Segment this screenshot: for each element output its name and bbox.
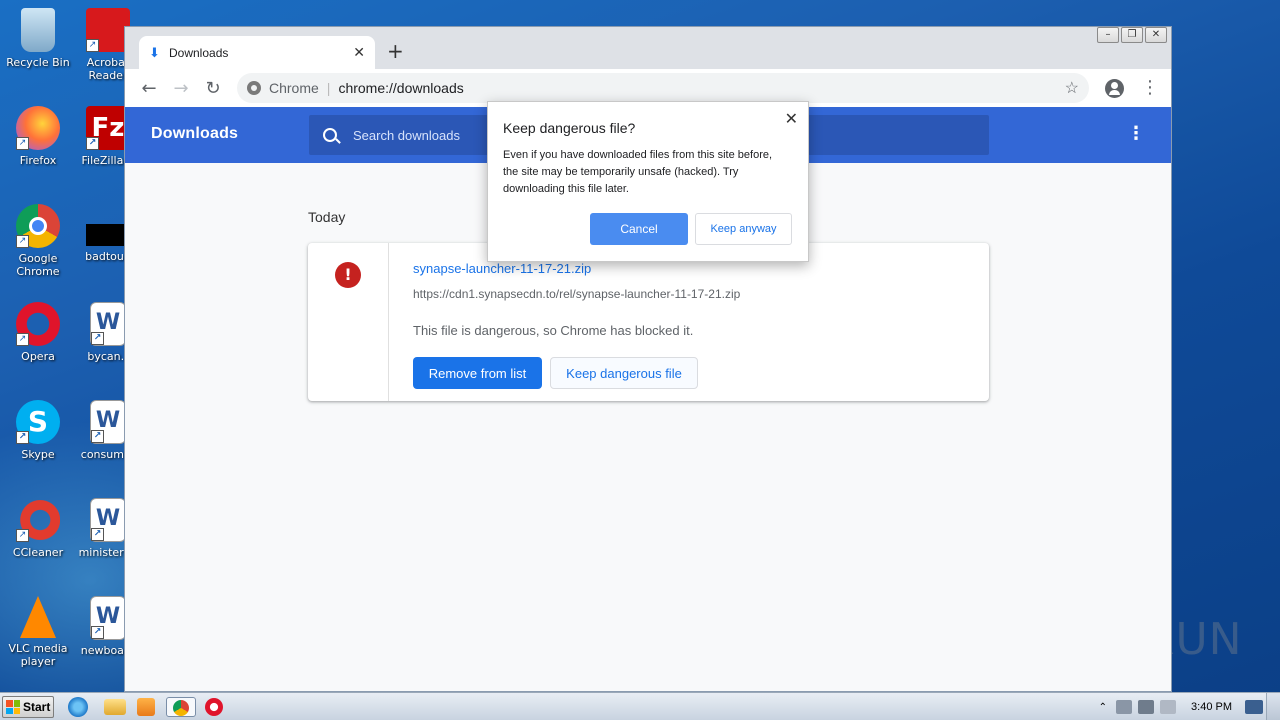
system-tray: ⌃ 3:40 PM: [1099, 693, 1280, 720]
desktop-icon-opera[interactable]: ↗ Opera: [0, 298, 76, 363]
explorer-taskbar-icon[interactable]: [104, 699, 126, 715]
shortcut-arrow-icon: ↗: [91, 626, 104, 639]
browser-menu-icon[interactable]: ⋮: [1141, 77, 1159, 98]
reload-button[interactable]: ↻: [197, 78, 229, 99]
firefox-icon: ↗: [16, 106, 60, 150]
opera-icon: ↗: [16, 302, 60, 346]
download-item-card: ! synapse-launcher-11-17-21.zip https://…: [308, 243, 989, 401]
tab-title: Downloads: [169, 45, 229, 60]
omnibox-url: chrome://downloads: [338, 80, 464, 96]
file-source-url[interactable]: https://cdn1.synapsecdn.to/rel/synapse-l…: [413, 287, 740, 301]
word-doc-icon: W ↗: [90, 498, 126, 542]
dialog-title: Keep dangerous file?: [503, 120, 636, 136]
chrome-taskbar-icon[interactable]: [166, 697, 196, 717]
dialog-body-line: Even if you have downloaded files from t…: [503, 149, 773, 161]
action-center-flag-icon[interactable]: [1160, 700, 1177, 714]
minimize-button[interactable]: –: [1097, 27, 1119, 43]
ccleaner-icon: ↗: [16, 498, 60, 542]
page-title: Downloads: [151, 125, 239, 142]
volume-icon[interactable]: [1116, 700, 1133, 714]
bookmark-star-icon[interactable]: ☆: [1065, 78, 1079, 98]
shortcut-arrow-icon: ↗: [86, 137, 99, 150]
shortcut-arrow-icon: ↗: [16, 333, 29, 346]
tab-downloads[interactable]: ⬇ Downloads ✕: [139, 36, 375, 69]
keep-dangerous-file-dialog: Keep dangerous file? ✕ Even if you have …: [487, 101, 809, 262]
word-doc-icon: W ↗: [90, 302, 126, 346]
shortcut-arrow-icon: ↗: [91, 430, 104, 443]
network-icon[interactable]: [1138, 700, 1155, 714]
shortcut-arrow-icon: ↗: [16, 431, 29, 444]
shortcut-arrow-icon: ↗: [91, 332, 104, 345]
start-button[interactable]: Start: [2, 696, 54, 718]
desktop-icon-skype[interactable]: S ↗ Skype: [0, 396, 76, 461]
media-player-taskbar-icon[interactable]: [137, 698, 155, 716]
tray-expand-icon[interactable]: ⌃: [1099, 702, 1107, 713]
taskbar: Start ⌃ 3:40 PM: [0, 692, 1280, 720]
desktop-icon-vlc[interactable]: VLC media player: [0, 592, 76, 668]
address-bar[interactable]: Chrome | chrome://downloads ☆: [237, 73, 1089, 103]
shortcut-arrow-icon: ↗: [91, 528, 104, 541]
search-icon: [323, 128, 337, 142]
internet-explorer-taskbar-icon[interactable]: [68, 697, 88, 717]
forward-button[interactable]: →: [165, 78, 197, 99]
dialog-cancel-button[interactable]: Cancel: [590, 213, 688, 245]
shortcut-arrow-icon: ↗: [16, 235, 29, 248]
shortcut-arrow-icon: ↗: [16, 529, 29, 542]
taskbar-clock[interactable]: 3:40 PM: [1191, 701, 1232, 713]
downloads-more-menu-icon[interactable]: ⋮: [1127, 123, 1145, 144]
word-doc-icon: W ↗: [90, 400, 126, 444]
file-name-link[interactable]: synapse-launcher-11-17-21.zip: [413, 261, 591, 276]
recycle-bin-icon: [21, 8, 55, 52]
close-window-button[interactable]: ✕: [1145, 27, 1167, 43]
tab-close-icon[interactable]: ✕: [353, 44, 365, 61]
dialog-close-icon[interactable]: ✕: [785, 109, 798, 129]
new-tab-button[interactable]: +: [387, 39, 404, 63]
window-controls: – ❐ ✕: [1097, 27, 1167, 43]
remove-from-list-button[interactable]: Remove from list: [413, 357, 542, 389]
file-status-text: This file is dangerous, so Chrome has bl…: [413, 323, 694, 338]
desktop-icon-firefox[interactable]: ↗ Firefox: [0, 102, 76, 167]
desktop-icon-label: CCleaner: [12, 546, 64, 559]
word-doc-icon: W ↗: [90, 596, 126, 640]
dialog-body-line: the site may be temporarily unsafe (hack…: [503, 166, 739, 178]
shortcut-arrow-icon: ↗: [86, 39, 99, 52]
desktop-icon-label: Firefox: [19, 154, 57, 167]
start-label: Start: [23, 700, 51, 714]
danger-icon: !: [335, 262, 361, 288]
back-button[interactable]: ←: [133, 78, 165, 99]
dialog-body: Even if you have downloaded files from t…: [503, 147, 793, 198]
omnibox-chip: Chrome: [269, 80, 319, 96]
profile-avatar-icon[interactable]: [1105, 79, 1124, 98]
desktop-icon-label: Opera: [21, 350, 55, 363]
desktop-icon-label: Skype: [21, 448, 55, 461]
download-icon: ⬇: [149, 44, 160, 60]
opera-taskbar-icon[interactable]: [205, 698, 223, 716]
desktop-icon-label: Recycle Bin: [6, 56, 70, 69]
desktop-icon-recycle-bin[interactable]: Recycle Bin: [0, 4, 76, 69]
shortcut-arrow-icon: ↗: [16, 137, 29, 150]
desktop-icon-google-chrome[interactable]: ↗ Google Chrome: [0, 200, 76, 278]
windows-logo-icon: [6, 700, 20, 714]
chrome-icon: ↗: [16, 204, 60, 248]
omnibox-separator: |: [326, 80, 331, 96]
desktop-icon-label: VLC media player: [8, 642, 68, 668]
chrome-page-icon: [247, 81, 261, 95]
dialog-keep-anyway-button[interactable]: Keep anyway: [695, 213, 792, 245]
vlc-icon: [20, 596, 56, 638]
show-desktop-button[interactable]: [1266, 693, 1280, 720]
skype-icon: S ↗: [16, 400, 60, 444]
dialog-body-line: downloading this file later.: [503, 183, 629, 195]
date-section-label: Today: [308, 209, 346, 225]
keep-dangerous-file-button[interactable]: Keep dangerous file: [550, 357, 698, 389]
restore-button[interactable]: ❐: [1121, 27, 1143, 43]
monitor-icon[interactable]: [1245, 700, 1263, 714]
desktop-icon-ccleaner[interactable]: ↗ CCleaner: [0, 494, 76, 559]
desktop-icon-label: Google Chrome: [16, 252, 60, 278]
download-item-icon-area: !: [308, 243, 389, 401]
